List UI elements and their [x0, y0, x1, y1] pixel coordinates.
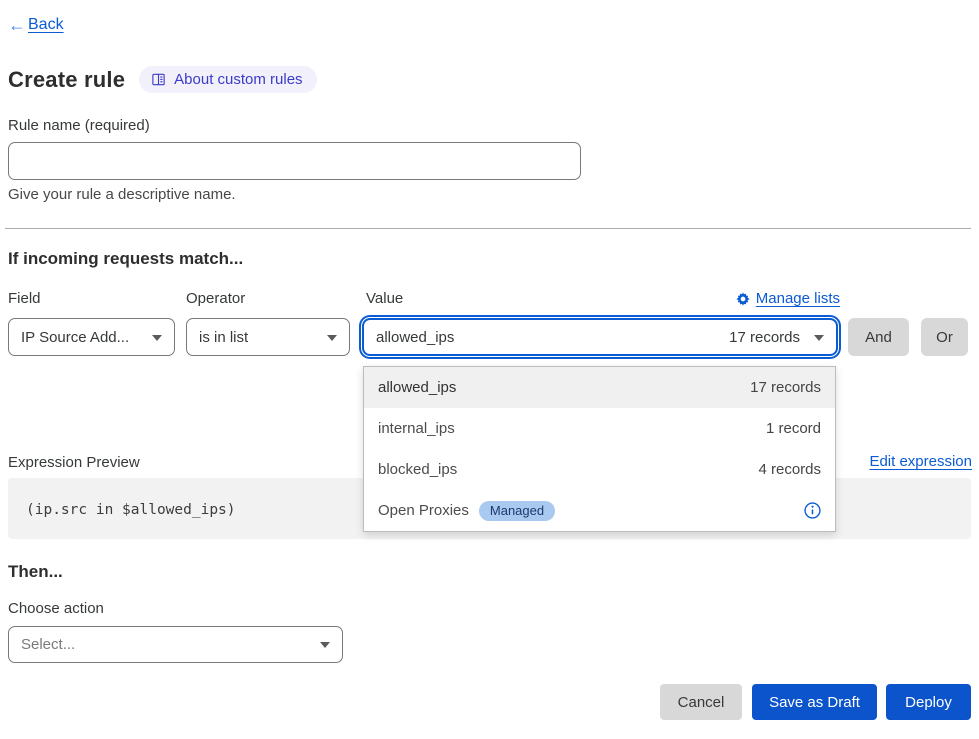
value-label: Value — [366, 290, 403, 307]
field-select[interactable]: IP Source Add... — [8, 318, 175, 356]
list-item-name: allowed_ips — [378, 379, 456, 396]
cancel-button[interactable]: Cancel — [660, 684, 742, 720]
chevron-down-icon — [152, 335, 162, 341]
then-section-heading: Then... — [8, 562, 63, 582]
gear-icon — [736, 292, 750, 306]
list-item-allowed-ips[interactable]: allowed_ips 17 records — [364, 367, 835, 408]
chevron-down-icon — [320, 642, 330, 648]
edit-expression-link[interactable]: Edit expression — [869, 453, 972, 470]
page-title: Create rule — [8, 67, 125, 93]
info-icon[interactable] — [804, 502, 821, 519]
list-item-meta: 17 records — [750, 379, 821, 396]
save-as-draft-button[interactable]: Save as Draft — [752, 684, 877, 720]
chevron-down-icon — [814, 335, 824, 341]
expression-code: (ip.src in $allowed_ips) — [26, 502, 236, 518]
rule-name-input[interactable] — [8, 142, 581, 180]
expression-preview-label: Expression Preview — [8, 454, 140, 471]
field-select-value: IP Source Add... — [21, 329, 129, 346]
action-select-placeholder: Select... — [21, 636, 75, 653]
book-icon — [151, 72, 166, 87]
value-dropdown-panel: allowed_ips 17 records internal_ips 1 re… — [363, 366, 836, 532]
value-select-meta: 17 records — [729, 329, 800, 346]
list-item-meta: 4 records — [758, 461, 821, 478]
manage-lists-link[interactable]: Manage lists — [736, 290, 840, 307]
or-button[interactable]: Or — [921, 318, 968, 356]
title-row: Create rule About custom rules — [8, 66, 317, 93]
operator-select[interactable]: is in list — [186, 318, 350, 356]
and-button[interactable]: And — [848, 318, 909, 356]
rule-name-label: Rule name (required) — [8, 117, 150, 134]
action-select[interactable]: Select... — [8, 626, 343, 663]
value-select[interactable]: allowed_ips 17 records — [362, 318, 838, 356]
back-arrow-icon: ← — [8, 16, 26, 34]
list-item-internal-ips[interactable]: internal_ips 1 record — [364, 408, 835, 449]
value-select-value: allowed_ips — [376, 329, 454, 346]
match-section-heading: If incoming requests match... — [8, 249, 243, 269]
list-item-blocked-ips[interactable]: blocked_ips 4 records — [364, 449, 835, 490]
choose-action-label: Choose action — [8, 600, 104, 617]
rule-name-helper: Give your rule a descriptive name. — [8, 186, 236, 203]
list-item-name: internal_ips — [378, 420, 455, 437]
list-item-name: blocked_ips — [378, 461, 457, 478]
section-divider — [5, 228, 971, 229]
list-item-meta: 1 record — [766, 420, 821, 437]
back-link[interactable]: ←Back — [8, 16, 64, 34]
manage-lists-label: Manage lists — [756, 290, 840, 307]
chevron-down-icon — [327, 335, 337, 341]
about-badge-label: About custom rules — [174, 71, 302, 88]
managed-badge: Managed — [479, 501, 555, 521]
field-label: Field — [8, 290, 41, 307]
about-custom-rules-link[interactable]: About custom rules — [139, 66, 316, 93]
operator-label: Operator — [186, 290, 245, 307]
list-item-open-proxies[interactable]: Open Proxies Managed — [364, 490, 835, 531]
back-link-label: Back — [28, 16, 64, 34]
list-item-name: Open Proxies — [378, 502, 469, 519]
operator-select-value: is in list — [199, 329, 248, 346]
deploy-button[interactable]: Deploy — [886, 684, 971, 720]
